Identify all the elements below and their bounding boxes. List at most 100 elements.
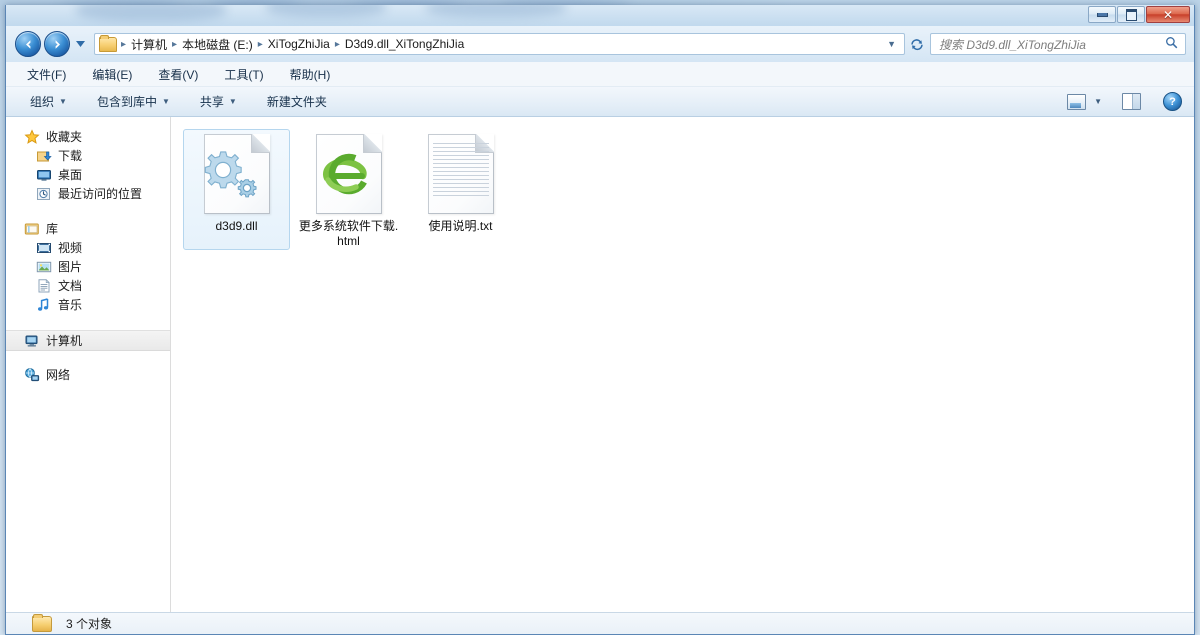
nav-group-favorites: 收藏夹 下载 桌面 最近访问的位置: [6, 127, 170, 203]
sidebar-label: 最近访问的位置: [58, 187, 143, 201]
sidebar-label: 下载: [58, 149, 83, 163]
minimize-button[interactable]: [1088, 6, 1116, 23]
toolbar-right-group: ▼ ?: [1067, 92, 1194, 111]
folder-icon: [32, 613, 52, 632]
downloads-icon: [36, 148, 52, 164]
breadcrumb-item-0[interactable]: 计算机: [128, 36, 170, 53]
sidebar-label: 图片: [58, 260, 83, 274]
recent-places-icon: [36, 186, 52, 202]
explorer-body: 收藏夹 下载 桌面 最近访问的位置 库 视频 图片 文档 音乐 计算机 网络 d…: [6, 117, 1194, 612]
chevron-down-icon: ▼: [59, 97, 67, 106]
menu-item-tools[interactable]: 工具(T): [221, 64, 266, 85]
file-item-dll[interactable]: d3d9.dll: [183, 129, 290, 250]
text-document-icon: [427, 134, 494, 214]
menu-item-help[interactable]: 帮助(H): [287, 64, 334, 85]
network-icon: [24, 367, 40, 383]
share-button[interactable]: 共享 ▼: [196, 90, 241, 113]
new-folder-button[interactable]: 新建文件夹: [263, 90, 331, 113]
refresh-icon: [911, 38, 923, 50]
sidebar-item-desktop[interactable]: 桌面: [6, 165, 170, 184]
folder-icon: [99, 34, 117, 52]
file-list[interactable]: d3d9.dll 更多系统软件下载.html 使用说明.txt: [171, 117, 1194, 612]
sidebar-item-documents[interactable]: 文档: [6, 276, 170, 295]
menu-item-file[interactable]: 文件(F): [24, 64, 69, 85]
file-name: 更多系统软件下载.html: [298, 219, 399, 248]
file-name: 使用说明.txt: [428, 219, 493, 233]
command-toolbar: 组织 ▼ 包含到库中 ▼ 共享 ▼ 新建文件夹 ▼ ?: [6, 87, 1194, 117]
breadcrumb-item-2[interactable]: XiTogZhiJia: [265, 37, 333, 51]
breadcrumb-separator: ▸: [257, 38, 263, 50]
sidebar-label: 计算机: [46, 334, 83, 348]
sidebar-item-favorites[interactable]: 收藏夹: [6, 127, 170, 146]
change-view-icon[interactable]: [1067, 93, 1087, 110]
window-controls: ✕: [1088, 6, 1190, 23]
breadcrumb[interactable]: ▸ 计算机 ▸ 本地磁盘 (E:) ▸ XiTogZhiJia ▸ D3d9.d…: [94, 33, 905, 55]
status-text: 3 个对象: [66, 617, 113, 631]
sidebar-item-computer[interactable]: 计算机: [6, 330, 170, 351]
sidebar-item-recent-places[interactable]: 最近访问的位置: [6, 184, 170, 203]
help-icon[interactable]: ?: [1163, 92, 1182, 111]
libraries-icon: [24, 221, 40, 237]
close-icon: ✕: [1162, 7, 1174, 22]
minimize-icon: [1096, 12, 1108, 17]
search-icon: [1161, 36, 1185, 52]
menu-item-edit[interactable]: 编辑(E): [89, 64, 135, 85]
back-button[interactable]: [15, 31, 41, 57]
sidebar-item-downloads[interactable]: 下载: [6, 146, 170, 165]
ie-browser-icon: [315, 134, 382, 214]
title-bar[interactable]: ✕: [6, 5, 1194, 27]
breadcrumb-separator: ▸: [121, 38, 127, 50]
chevron-down-icon: [76, 41, 85, 47]
change-view-dropdown-icon[interactable]: ▼: [1094, 97, 1102, 106]
sidebar-item-pictures[interactable]: 图片: [6, 257, 170, 276]
dll-gears-icon: [203, 134, 270, 214]
sidebar-label: 库: [46, 222, 59, 236]
breadcrumb-item-3[interactable]: D3d9.dll_XiTongZhiJia: [342, 37, 467, 51]
include-in-library-label: 包含到库中: [96, 95, 157, 109]
pictures-icon: [36, 259, 52, 275]
organize-button[interactable]: 组织 ▼: [26, 90, 71, 113]
file-item-html[interactable]: 更多系统软件下载.html: [295, 129, 402, 250]
search-placeholder: 搜索 D3d9.dll_XiTongZhiJia: [939, 37, 1086, 52]
computer-icon: [24, 333, 40, 349]
close-button[interactable]: ✕: [1146, 6, 1190, 23]
sidebar-item-videos[interactable]: 视频: [6, 238, 170, 257]
sidebar-item-network[interactable]: 网络: [6, 365, 170, 384]
star-icon: [24, 128, 40, 145]
share-label: 共享: [199, 95, 224, 109]
music-icon: [36, 297, 52, 313]
sidebar-label: 收藏夹: [46, 130, 83, 144]
explorer-window: ✕ ▸ 计算机 ▸ 本地磁盘 (E:) ▸ XiTogZhiJia ▸ D3d9…: [5, 5, 1195, 635]
back-arrow-icon: [25, 39, 30, 49]
file-item-txt[interactable]: 使用说明.txt: [407, 129, 514, 250]
text-lines: [432, 143, 489, 208]
refresh-button[interactable]: [906, 33, 928, 55]
navigation-pane[interactable]: 收藏夹 下载 桌面 最近访问的位置 库 视频 图片 文档 音乐 计算机 网络: [6, 117, 171, 612]
breadcrumb-separator: ▸: [334, 38, 340, 50]
sidebar-label: 音乐: [58, 298, 83, 312]
file-name: d3d9.dll: [215, 219, 258, 233]
forward-button[interactable]: [44, 31, 70, 57]
forward-arrow-icon: [55, 39, 60, 49]
menu-item-view[interactable]: 查看(V): [155, 64, 201, 85]
new-folder-label: 新建文件夹: [266, 95, 327, 109]
sidebar-item-music[interactable]: 音乐: [6, 295, 170, 314]
address-dropdown-icon[interactable]: ▼: [885, 39, 902, 49]
sidebar-label: 视频: [58, 241, 83, 255]
search-input[interactable]: 搜索 D3d9.dll_XiTongZhiJia: [930, 33, 1186, 55]
preview-pane-icon[interactable]: [1122, 93, 1141, 110]
desktop-icon: [36, 167, 52, 183]
status-bar: 3 个对象: [6, 612, 1194, 634]
recent-pages-dropdown[interactable]: [74, 34, 87, 54]
include-in-library-button[interactable]: 包含到库中 ▼: [93, 90, 174, 113]
nav-group-libraries: 库 视频 图片 文档 音乐: [6, 219, 170, 314]
maximize-button[interactable]: [1117, 6, 1145, 23]
sidebar-item-libraries[interactable]: 库: [6, 219, 170, 238]
maximize-icon: [1125, 8, 1137, 21]
sidebar-label: 桌面: [58, 168, 83, 182]
organize-label: 组织: [30, 95, 55, 109]
breadcrumb-item-1[interactable]: 本地磁盘 (E:): [179, 36, 256, 53]
